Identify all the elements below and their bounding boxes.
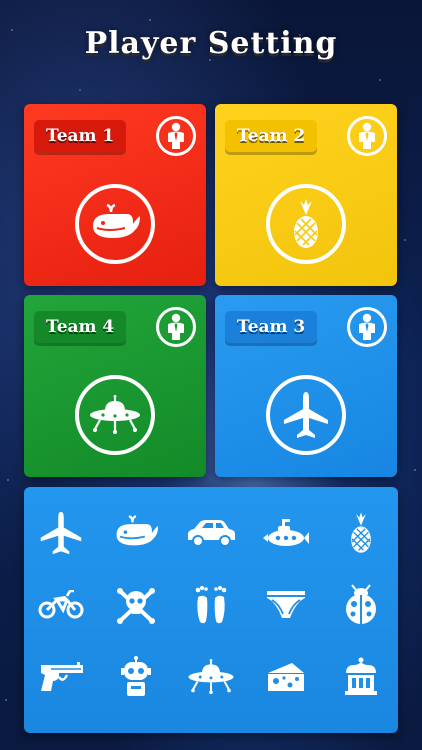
team-1-label: Team 1 [34, 120, 127, 152]
team-card-1[interactable]: Team 1 [24, 104, 206, 286]
player-icon[interactable] [156, 116, 196, 156]
player-icon[interactable] [347, 307, 387, 347]
pineapple-icon[interactable] [266, 184, 346, 264]
player-icon[interactable] [347, 116, 387, 156]
revolver-icon[interactable] [24, 641, 99, 713]
team-card-2[interactable]: Team 2 [215, 104, 397, 286]
submarine-icon[interactable] [248, 497, 323, 569]
team-2-label: Team 2 [225, 120, 318, 152]
whale-icon[interactable] [75, 184, 155, 264]
skull-crossbones-icon[interactable] [99, 569, 174, 641]
ufo-icon[interactable] [174, 641, 249, 713]
player-icon[interactable] [156, 307, 196, 347]
team-4-label: Team 4 [34, 311, 127, 343]
airplane-icon[interactable] [266, 375, 346, 455]
whale-icon[interactable] [99, 497, 174, 569]
icon-picker-panel[interactable] [24, 487, 398, 733]
team-card-3[interactable]: Team 3 [215, 295, 397, 477]
ufo-icon[interactable] [75, 375, 155, 455]
footprints-icon[interactable] [174, 569, 249, 641]
motorcycle-icon[interactable] [24, 569, 99, 641]
pineapple-icon[interactable] [323, 497, 398, 569]
team-card-4[interactable]: Team 4 [24, 295, 206, 477]
crown-icon[interactable] [323, 641, 398, 713]
icon-grid [24, 497, 398, 713]
car-icon[interactable] [174, 497, 249, 569]
underpants-icon[interactable] [248, 569, 323, 641]
team-3-label: Team 3 [225, 311, 318, 343]
cheese-icon[interactable] [248, 641, 323, 713]
robot-icon[interactable] [99, 641, 174, 713]
page-title: Player Setting [84, 26, 338, 61]
ladybug-icon[interactable] [323, 569, 398, 641]
airplane-icon[interactable] [24, 497, 99, 569]
